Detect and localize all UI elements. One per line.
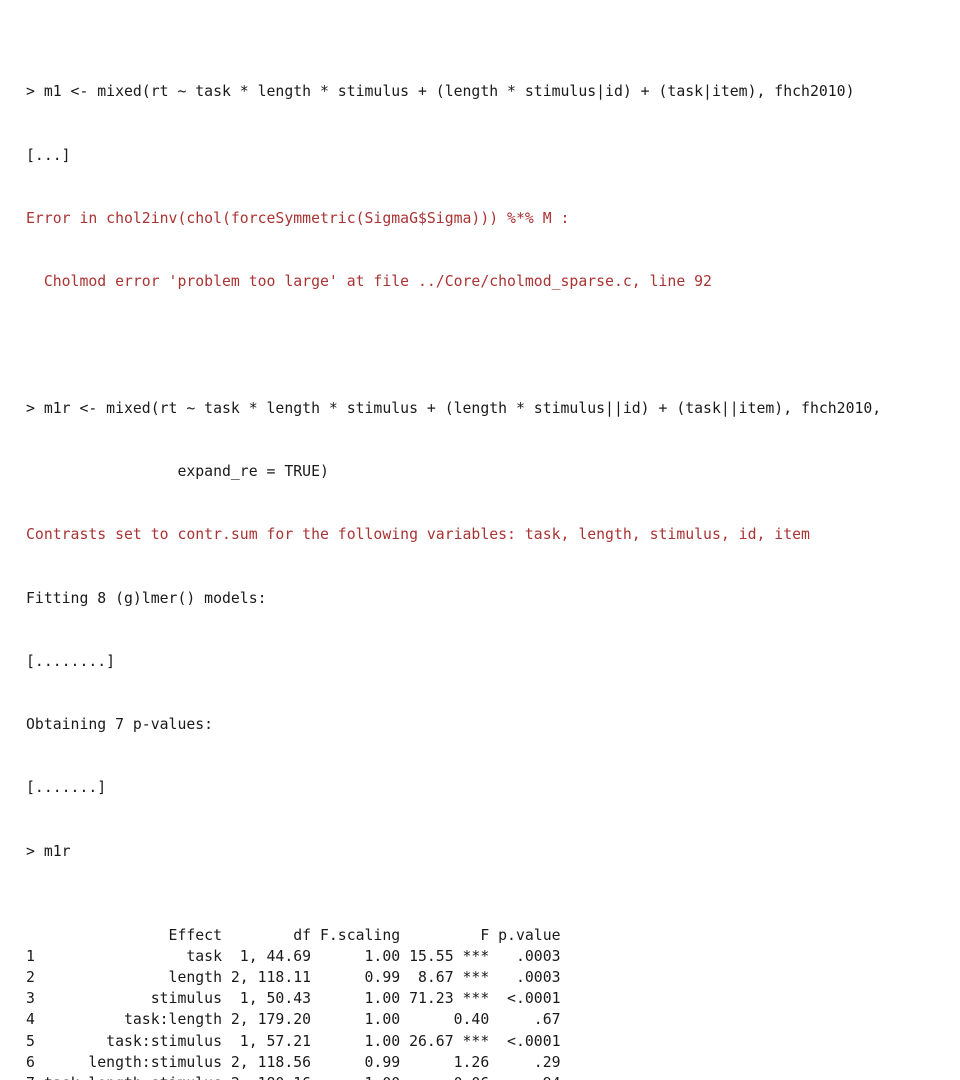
anova-table-header-row: Effect df F.scaling F p.value xyxy=(26,927,561,945)
console-line-spacer xyxy=(26,334,946,355)
r-console-output: > m1 <- mixed(rt ~ task * length * stimu… xyxy=(26,18,946,1080)
console-line-fitting-models: Fitting 8 (g)lmer() models: xyxy=(26,589,267,607)
anova-table-row: 6 length:stimulus 2, 118.56 0.99 1.26 .2… xyxy=(26,1053,561,1071)
console-line-contrasts-message: Contrasts set to contr.sum for the follo… xyxy=(26,526,810,544)
anova-table-row: 5 task:stimulus 1, 57.21 1.00 26.67 *** … xyxy=(26,1032,561,1050)
anova-table-row: 3 stimulus 1, 50.43 1.00 71.23 *** <.000… xyxy=(26,990,561,1008)
console-line-pvalues-progress: [.......] xyxy=(26,779,107,797)
anova-table-row: 2 length 2, 118.11 0.99 8.67 *** .0003 xyxy=(26,969,561,987)
anova-table-row: 7 task:length:stimulus 2, 180.16 1.00 0.… xyxy=(26,1073,946,1080)
console-line-error-detail: Cholmod error 'problem too large' at fil… xyxy=(26,273,712,291)
console-line-command-m1: > m1 <- mixed(rt ~ task * length * stimu… xyxy=(26,83,855,101)
anova-results-table: Effect df F.scaling F p.value 1 task 1, 4… xyxy=(26,925,946,1080)
console-line-fitting-progress: [........] xyxy=(26,652,116,670)
console-line-command-m1r-part1: > m1r <- mixed(rt ~ task * length * stim… xyxy=(26,399,882,417)
anova-table-row: 4 task:length 2, 179.20 1.00 0.40 .67 xyxy=(26,1011,561,1029)
console-line-obtaining-pvalues: Obtaining 7 p-values: xyxy=(26,716,214,734)
console-line-truncated-output-1: [...] xyxy=(26,146,71,164)
console-line-error-header: Error in chol2inv(chol(forceSymmetric(Si… xyxy=(26,209,570,227)
anova-table-row: 1 task 1, 44.69 1.00 15.55 *** .0003 xyxy=(26,948,561,966)
console-line-command-m1r-part2: expand_re = TRUE) xyxy=(26,462,329,480)
console-line-command-print-m1r: > m1r xyxy=(26,842,71,860)
